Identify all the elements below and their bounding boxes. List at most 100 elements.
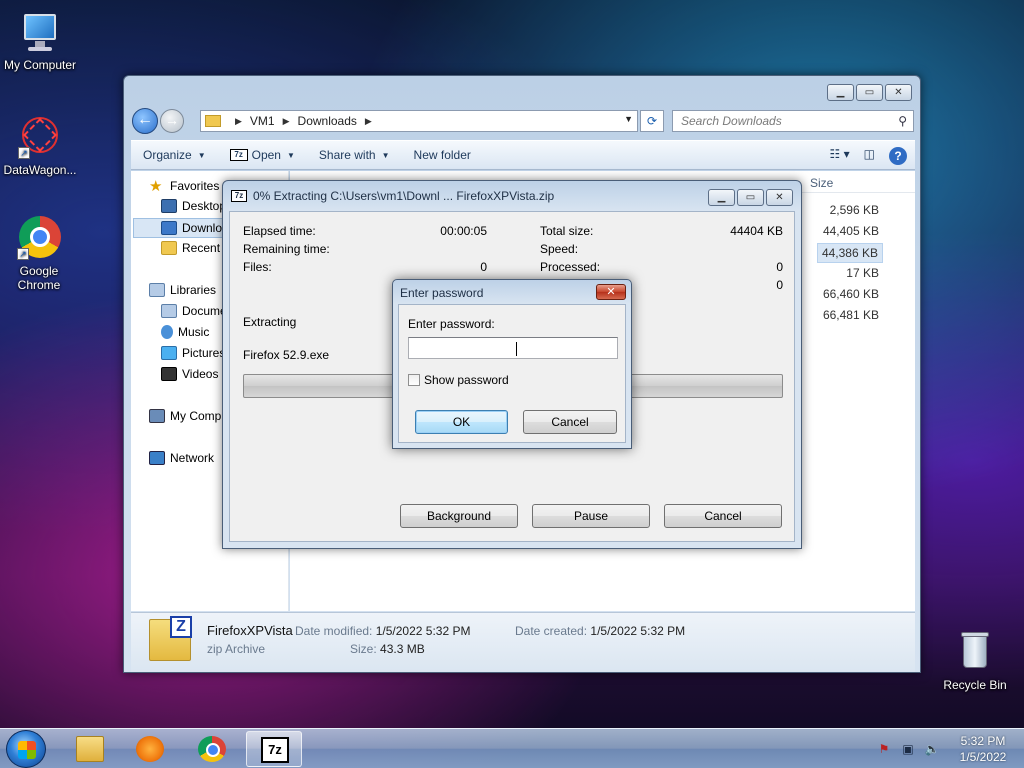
taskbar-media-player[interactable] <box>122 731 178 767</box>
close-button[interactable]: ✕ <box>885 84 912 101</box>
details-label: Size: <box>350 642 377 656</box>
explorer-window-controls: ▁ ▭ ✕ <box>827 84 912 101</box>
recycle-bin-icon <box>953 630 997 674</box>
chrome-icon: ↗ <box>17 216 61 260</box>
text-cursor-icon <box>516 342 517 356</box>
details-date-created: Date created: 1/5/2022 5:32 PM <box>515 624 685 638</box>
volume-icon[interactable]: 🔈 <box>924 742 940 756</box>
nav-label: Videos <box>182 367 219 381</box>
7zip-icon: 7z <box>231 190 247 202</box>
chevron-right-icon: ▶ <box>282 115 290 126</box>
star-icon: ★ <box>149 178 163 195</box>
clock-time: 5:32 PM <box>960 734 1006 748</box>
refresh-button[interactable]: ⟳ <box>640 110 664 132</box>
nav-label: Music <box>178 325 210 339</box>
forward-button[interactable]: → <box>160 109 184 133</box>
desktop-icon <box>161 199 177 213</box>
maximize-button[interactable]: ▭ <box>856 84 883 101</box>
folder-icon <box>76 736 104 762</box>
computer-icon <box>149 409 165 423</box>
desktop-icon-datawagon[interactable]: ↗ DataWagon... <box>0 115 80 177</box>
preview-pane-icon[interactable]: ◫ <box>864 147 875 165</box>
password-prompt-label: Enter password: <box>408 317 495 331</box>
elapsed-time-label: Elapsed time: <box>243 224 316 238</box>
nav-label: Libraries <box>170 283 217 297</box>
nav-videos[interactable]: Videos <box>161 367 218 381</box>
clock[interactable]: 5:32 PM 1/5/2022 <box>948 733 1018 765</box>
details-value: 1/5/2022 5:32 PM <box>375 624 471 638</box>
desktop-icon-label: Recycle Bin <box>943 678 1007 692</box>
chevron-right-icon: ▶ <box>235 115 242 126</box>
compressed-value: 0 <box>776 278 783 292</box>
file-size: 66,481 KB <box>822 308 879 322</box>
total-size-value: 44404 KB <box>730 224 783 238</box>
dialog-title: 0% Extracting C:\Users\vm1\Downl ... Fir… <box>253 189 555 203</box>
ok-button[interactable]: OK <box>415 410 508 434</box>
remaining-time-label: Remaining time: <box>243 242 330 256</box>
dialog-title: Enter password <box>400 286 484 300</box>
nav-desktop[interactable]: Desktop <box>161 199 226 213</box>
close-button[interactable]: ✕ <box>766 189 793 206</box>
nav-favorites[interactable]: ★ Favorites <box>149 177 219 195</box>
address-bar[interactable]: ▶ VM1 ▶ Downloads ▶ ▼ <box>200 110 638 132</box>
breadcrumb-downloads[interactable]: Downloads <box>298 114 357 128</box>
details-label: Date created: <box>515 624 588 638</box>
minimize-button[interactable]: ▁ <box>827 84 854 101</box>
taskbar-google-chrome[interactable] <box>184 731 240 767</box>
videos-icon <box>161 367 177 381</box>
cancel-extract-button[interactable]: Cancel <box>664 504 782 528</box>
chevron-right-icon: ▶ <box>364 115 372 126</box>
search-input[interactable]: Search Downloads ⚲ <box>672 110 914 132</box>
nav-libraries[interactable]: Libraries <box>149 283 216 297</box>
zip-archive-icon: Z <box>149 616 192 661</box>
chevron-down-icon[interactable]: ▼ <box>624 114 633 124</box>
maximize-button[interactable]: ▭ <box>737 189 764 206</box>
password-input[interactable] <box>408 337 618 359</box>
minimize-button[interactable]: ▁ <box>708 189 735 206</box>
details-pane: Z FirefoxXPVista zip Archive Date modifi… <box>131 612 915 672</box>
total-size-label: Total size: <box>540 224 594 238</box>
shortcut-arrow-icon: ↗ <box>17 248 29 260</box>
nav-network[interactable]: Network <box>149 451 214 465</box>
search-icon[interactable]: ⚲ <box>898 111 907 131</box>
network-icon[interactable]: ▣ <box>900 742 916 756</box>
new-folder-label: New folder <box>413 148 471 162</box>
taskbar-7zip[interactable]: 7z <box>246 731 302 767</box>
chevron-down-icon: ▼ <box>381 150 390 160</box>
desktop-icon-google-chrome[interactable]: ↗ Google Chrome <box>0 216 78 292</box>
back-button[interactable]: ← <box>132 108 158 134</box>
organize-button[interactable]: Organize ▼ <box>131 148 218 162</box>
desktop-icon-recycle-bin[interactable]: Recycle Bin <box>935 630 1015 692</box>
open-label: Open <box>251 148 281 162</box>
dialog-body: Enter password: Show password OK Cancel <box>398 304 626 443</box>
taskbar-windows-explorer[interactable] <box>62 731 118 767</box>
column-header-size[interactable]: Size <box>810 176 833 190</box>
chevron-down-icon: ▼ <box>197 150 206 160</box>
7zip-icon: 7z <box>261 737 289 763</box>
media-player-icon <box>136 736 164 762</box>
nav-pictures[interactable]: Pictures <box>161 346 225 360</box>
nav-music[interactable]: Music <box>161 325 209 339</box>
start-button[interactable] <box>6 730 46 768</box>
desktop-icon-my-computer[interactable]: My Computer <box>0 10 80 72</box>
details-label: Date modified: <box>295 624 373 638</box>
action-center-flag-icon[interactable]: ⚑ <box>876 742 892 756</box>
speed-label: Speed: <box>540 242 579 256</box>
cancel-button[interactable]: Cancel <box>523 410 617 434</box>
view-options-icon[interactable]: ☷ ▾ <box>830 147 850 165</box>
help-icon[interactable]: ? <box>889 147 907 165</box>
downloads-icon <box>161 221 177 235</box>
pause-button[interactable]: Pause <box>532 504 650 528</box>
background-button[interactable]: Background <box>400 504 518 528</box>
share-with-label: Share with <box>318 148 376 162</box>
file-size: 66,460 KB <box>822 287 879 301</box>
new-folder-button[interactable]: New folder <box>402 148 483 162</box>
chrome-icon <box>198 736 226 762</box>
open-button[interactable]: 7z Open ▼ <box>218 148 307 162</box>
share-with-button[interactable]: Share with ▼ <box>307 148 402 162</box>
show-password-checkbox[interactable] <box>408 374 420 386</box>
clock-date: 1/5/2022 <box>959 750 1007 764</box>
close-button[interactable]: ✕ <box>596 284 626 300</box>
file-size: 44,405 KB <box>822 224 879 238</box>
breadcrumb-vm1[interactable]: VM1 <box>250 114 275 128</box>
